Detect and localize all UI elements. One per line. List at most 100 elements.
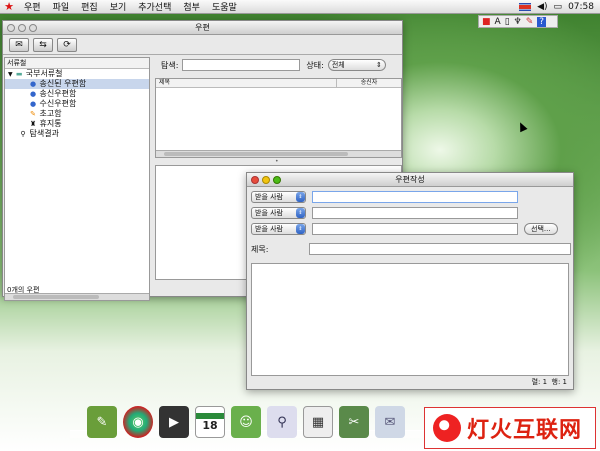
calculator-icon[interactable]: ▦ (303, 406, 333, 438)
menubar-status: ◀) ▭ 07:58 (519, 2, 600, 12)
clock[interactable]: 07:58 (568, 2, 594, 12)
browser-globe-icon[interactable]: ◉ (123, 406, 153, 438)
folder-label: 송신된 우편함 (39, 79, 87, 88)
battery-icon[interactable]: ▭ (554, 2, 563, 12)
minimize-button[interactable] (262, 175, 270, 184)
video-player-icon[interactable]: ▶ (159, 406, 189, 438)
recipient-row-3: 받을 사람 ⇕ 선택... (251, 223, 558, 235)
watermark-text: 灯火互联网 (467, 418, 583, 443)
column-sender[interactable]: 송신자 (336, 79, 401, 87)
flag-icon[interactable] (519, 2, 532, 11)
menu-options[interactable]: 추가선택 (132, 0, 177, 13)
dock: ✎ ◉ ▶ 18 ☺ ⚲ ▦ ✂ ✉ (85, 398, 415, 438)
volume-icon[interactable]: ◀) (537, 2, 547, 12)
notes-app-icon[interactable]: ✎ (87, 406, 117, 438)
menu-help[interactable]: 도움말 (206, 0, 243, 13)
folder-search-results[interactable]: ⚲ 탐색결과 (5, 129, 149, 139)
recipient-input[interactable] (312, 191, 518, 203)
state-value: 전체 (331, 61, 345, 69)
compose-titlebar[interactable]: 우편작성 (247, 173, 573, 187)
folder-trash[interactable]: ♜ 휴지통 (5, 119, 149, 129)
menu-bar: ★ 우편 파일 편집 보기 추가선택 첨부 도움말 ◀) ▭ 07:58 (0, 0, 600, 14)
message-body-textarea[interactable] (251, 263, 569, 376)
chevron-updown-icon: ⇕ (296, 224, 305, 234)
folder-label: 국부서류철 (25, 69, 63, 78)
chevron-updown-icon: ⇕ (296, 208, 305, 218)
search-input[interactable] (182, 59, 301, 71)
splitter-handle[interactable]: • (275, 158, 279, 165)
recipient-input[interactable] (312, 223, 518, 235)
message-list[interactable]: 제목 송신자 (155, 78, 402, 158)
font-letter[interactable]: A (495, 17, 501, 27)
close-button[interactable] (251, 175, 259, 184)
recipient-type-label: 받을 사람 (255, 225, 283, 233)
folder-label: 탐색결과 (29, 129, 59, 138)
recipient-input[interactable] (312, 207, 518, 219)
search-icon: ⚲ (20, 130, 26, 138)
compose-icon[interactable]: ✉ (9, 37, 29, 52)
watermark-swirl-icon (433, 414, 461, 442)
recipient-type-select[interactable]: 받을 사람 ⇕ (251, 223, 306, 235)
recipient-row-2: 받을 사람 ⇕ (251, 207, 518, 219)
column-subject[interactable]: 제목 (156, 79, 336, 87)
input-tray: ■ A ▯ ♆ ✎ ? (478, 15, 558, 28)
folder-inbox[interactable]: ● 수신우편함 (5, 99, 149, 109)
menu-attach[interactable]: 첨부 (177, 0, 206, 13)
reply-icon[interactable]: ⇆ (33, 37, 53, 52)
search-row: 탐색: 상태: 전체 ⇕ (161, 59, 386, 71)
folder-label: 초고함 (39, 109, 62, 118)
folder-sent[interactable]: ● 송신된 우편함 (5, 79, 149, 89)
mail-count: 0개의 우편 (7, 286, 40, 294)
cursor-position: 렬: 1 행: 1 (531, 378, 567, 386)
folder-local[interactable]: ▼ ▬ 국부서류철 (5, 69, 149, 79)
recipient-type-select[interactable]: 받을 사람 ⇕ (251, 191, 306, 203)
subject-input[interactable] (309, 243, 571, 255)
message-list-header: 제목 송신자 (156, 79, 401, 88)
menu-mail[interactable]: 우편 (18, 0, 47, 13)
settings-tools-icon[interactable]: ✂ (339, 406, 369, 438)
inbox-icon: ● (29, 100, 37, 108)
folder-drafts[interactable]: ✎ 초고함 (5, 109, 149, 119)
flag-small-icon[interactable]: ■ (482, 17, 491, 27)
compose-window: 우편작성 받을 사람 ⇕ 받을 사람 ⇕ 받을 사람 ⇕ 선택... 제목: 렬… (246, 172, 574, 390)
close-button[interactable] (7, 23, 15, 32)
mailbox-toolbar: ✉ ⇆ ⟳ (3, 35, 402, 55)
state-label: 상태: (306, 60, 324, 70)
calendar-day: 18 (202, 418, 218, 432)
zoom-button[interactable] (273, 175, 281, 184)
recipient-type-label: 받을 사람 (255, 209, 283, 217)
minimize-button[interactable] (18, 23, 26, 32)
shirt-icon[interactable]: ♆ (514, 17, 522, 27)
outbox-icon: ● (29, 90, 37, 98)
chevron-updown-icon: ⇕ (296, 192, 305, 202)
sent-icon: ● (29, 80, 37, 88)
select-recipients-button[interactable]: 선택... (524, 223, 558, 235)
menu-file[interactable]: 파일 (47, 0, 76, 13)
menu-view[interactable]: 보기 (104, 0, 133, 13)
search-label: 탐색: (161, 60, 179, 70)
mail-icon[interactable]: ✉ (375, 406, 405, 438)
calendar-icon[interactable]: 18 (195, 406, 225, 438)
book-icon[interactable]: ▯ (505, 17, 510, 27)
recipient-row-1: 받을 사람 ⇕ (251, 191, 518, 203)
help-icon[interactable]: ? (537, 16, 547, 27)
magnifier-icon[interactable]: ⚲ (267, 406, 297, 438)
subject-row: 제목: (251, 243, 571, 255)
folder-tree: ▼ ▬ 국부서류철 ● 송신된 우편함 ● 송신우편함 ● 수신우편함 ✎ 초고… (5, 69, 149, 139)
menu-edit[interactable]: 편집 (75, 0, 104, 13)
disclosure-triangle-icon[interactable]: ▼ (8, 71, 13, 78)
folder-label: 휴지통 (39, 119, 62, 128)
tools-icon[interactable]: ✎ (526, 17, 534, 27)
refresh-icon[interactable]: ⟳ (57, 37, 77, 52)
contacts-icon[interactable]: ☺ (231, 406, 261, 438)
watermark-logo: 灯火互联网 (424, 407, 596, 449)
list-scrollbar[interactable] (156, 150, 401, 157)
draft-icon: ✎ (30, 110, 36, 118)
mailbox-titlebar[interactable]: 우편 (3, 21, 402, 35)
folder-outbox[interactable]: ● 송신우편함 (5, 89, 149, 99)
state-select[interactable]: 전체 ⇕ (327, 59, 386, 71)
subject-label: 제목: (251, 244, 269, 254)
red-star-icon[interactable]: ★ (0, 0, 18, 13)
recipient-type-select[interactable]: 받을 사람 ⇕ (251, 207, 306, 219)
zoom-button[interactable] (29, 23, 37, 32)
